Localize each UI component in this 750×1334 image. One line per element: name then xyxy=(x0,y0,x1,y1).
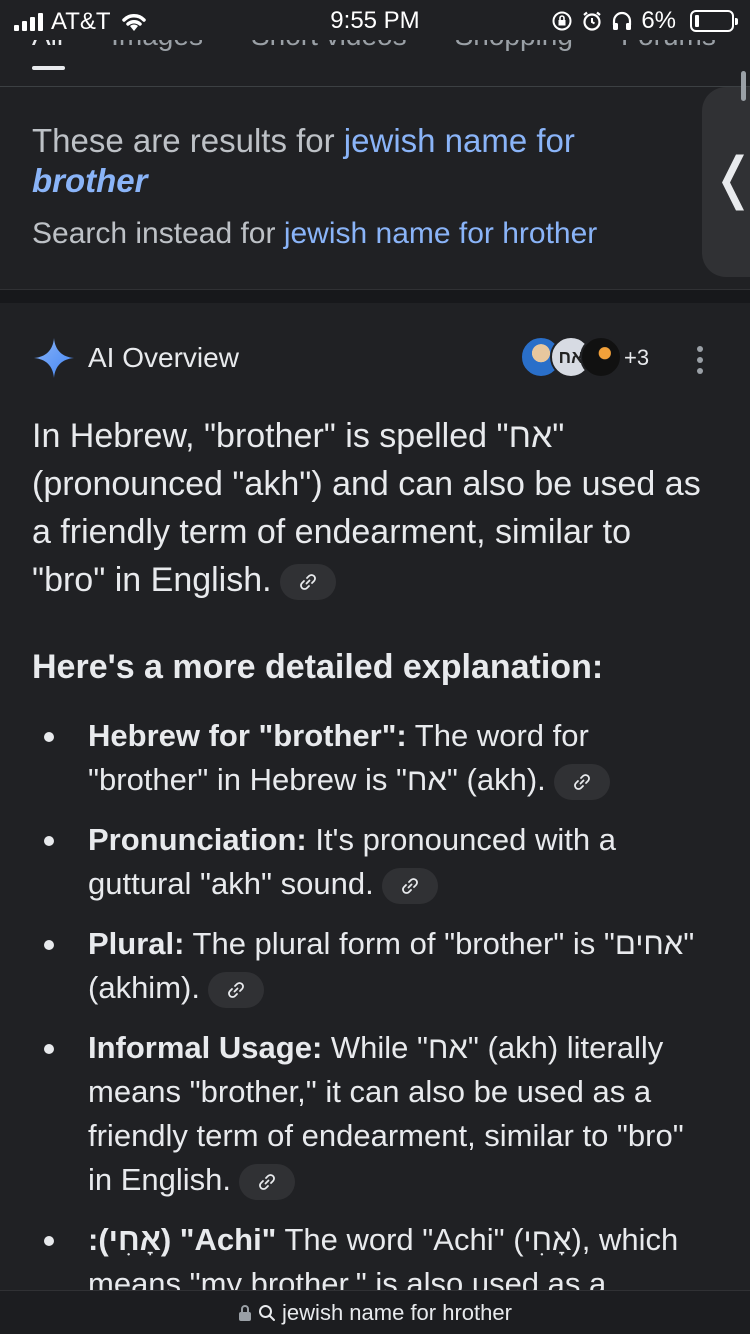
spelling-correction: These are results for jewish name for br… xyxy=(0,71,750,289)
section-separator xyxy=(0,289,750,303)
link-icon xyxy=(299,574,316,590)
bullet-dot xyxy=(44,732,54,742)
link-icon xyxy=(573,773,590,790)
bullet-dot xyxy=(44,940,54,950)
explanation-list: Hebrew for "brother": The word for "brot… xyxy=(0,714,750,1322)
sparkle-icon xyxy=(34,338,74,378)
link-icon xyxy=(259,1173,275,1190)
explanation-heading: Here's a more detailed explanation: xyxy=(32,648,604,686)
list-item-title: :(אָחִי) "Achi" xyxy=(88,1222,277,1257)
ai-overview-header: AI Overview אח +3 xyxy=(0,330,750,386)
list-item: Plural: The plural form of "brother" is … xyxy=(0,922,750,1010)
bullet-dot xyxy=(44,1044,54,1054)
bullet-dot xyxy=(44,1236,54,1246)
lock-icon xyxy=(239,1304,252,1321)
link-icon xyxy=(401,877,418,894)
list-item: Hebrew for "brother": The word for "brot… xyxy=(0,714,750,802)
side-panel-handle[interactable]: ❬ xyxy=(702,71,750,277)
headphones-icon xyxy=(613,11,632,30)
battery-percent: 6% xyxy=(641,7,676,34)
ai-overview-title: AI Overview xyxy=(88,342,239,373)
address-bar[interactable]: jewish name for hrother xyxy=(0,1290,750,1334)
corrected-results-notice: These are results for jewish name for br… xyxy=(32,121,672,201)
battery-level xyxy=(695,15,699,27)
search-icon xyxy=(259,1304,276,1321)
more-sources-count[interactable]: +3 xyxy=(624,345,649,371)
link-icon xyxy=(228,981,244,998)
corrected-prefix: These are results for xyxy=(32,122,344,159)
corrected-query-plain: jewish name for xyxy=(343,122,575,159)
search-instead-notice: Search instead for jewish name for hroth… xyxy=(32,217,597,251)
chevron-left-icon: ❬ xyxy=(710,145,750,211)
address-bar-text: jewish name for hrother xyxy=(282,1299,512,1325)
list-item: Informal Usage: While "אח" (akh) literal… xyxy=(0,1026,750,1202)
orientation-lock-icon xyxy=(552,11,572,31)
source-link-button[interactable] xyxy=(553,763,610,800)
alarm-icon xyxy=(583,11,602,31)
source-link-button[interactable] xyxy=(207,971,264,1008)
scrollbar[interactable] xyxy=(741,71,746,101)
ai-overview-summary: In Hebrew, "brother" is spelled "אח" (pr… xyxy=(32,412,712,604)
status-bar: AT&T 9:55 PM 6% xyxy=(0,0,750,40)
source-avatars[interactable]: אח xyxy=(520,336,622,378)
bullet-dot xyxy=(44,836,54,846)
source-avatar xyxy=(580,336,622,378)
original-query-link[interactable]: jewish name for hrother xyxy=(284,217,597,250)
battery-icon xyxy=(690,10,738,32)
source-link-button[interactable] xyxy=(239,1163,296,1200)
source-link-button[interactable] xyxy=(279,564,336,601)
active-tab-indicator xyxy=(32,66,65,70)
list-item-title: Plural: xyxy=(88,926,185,961)
list-item-title: Informal Usage: xyxy=(88,1030,323,1065)
corrected-query-bold: brother xyxy=(32,162,148,199)
summary-text: In Hebrew, "brother" is spelled "אח" (pr… xyxy=(32,417,701,599)
source-link-button[interactable] xyxy=(381,867,438,904)
status-right: 6% xyxy=(551,7,738,35)
list-item-title: Pronunciation: xyxy=(88,822,307,857)
list-item: Pronunciation: It's pronounced with a gu… xyxy=(0,818,750,906)
more-options-icon[interactable] xyxy=(694,346,706,374)
search-instead-prefix: Search instead for xyxy=(32,217,284,250)
list-item-title: Hebrew for "brother": xyxy=(88,718,407,753)
